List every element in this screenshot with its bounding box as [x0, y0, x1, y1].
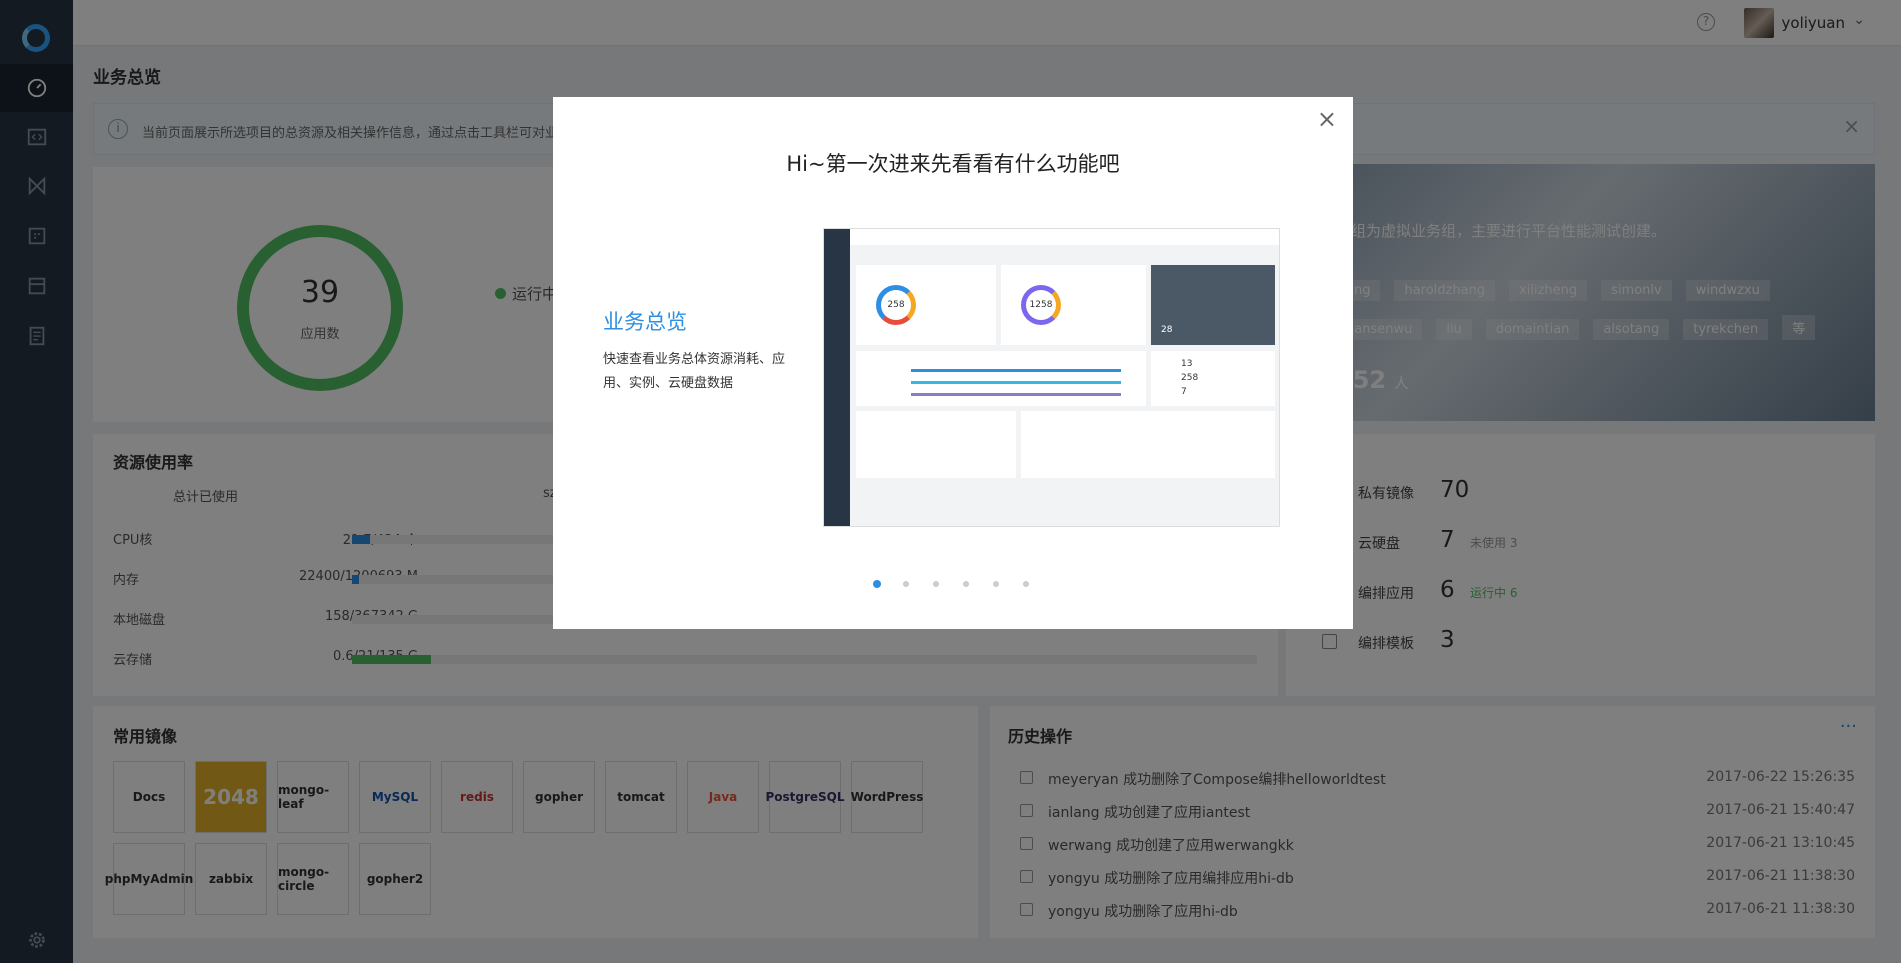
carousel-dot[interactable]: [993, 581, 999, 587]
preview-stats: 13 258 7: [1151, 351, 1275, 406]
feature-desc: 快速查看业务总体资源消耗、应用、实例、云硬盘数据: [603, 352, 786, 391]
modal-title: Hi~第一次进来先看看有什么功能吧: [786, 152, 1120, 176]
preview-card: 1258: [1001, 265, 1146, 345]
preview-ring-1: 258: [876, 285, 916, 325]
carousel-dot[interactable]: [933, 581, 939, 587]
feature-preview: 258 1258 28 13 258 7: [823, 228, 1280, 527]
preview-ring-2: 1258: [1021, 285, 1061, 325]
preview-sidebar: [824, 229, 850, 526]
feature-title: 业务总览: [603, 310, 687, 334]
preview-topbar: [850, 229, 1279, 245]
welcome-modal: × Hi~第一次进来先看看有什么功能吧 业务总览 快速查看业务总体资源消耗、应用…: [553, 97, 1353, 629]
preview-card: 258: [856, 265, 996, 345]
preview-banner-count: 28: [1161, 325, 1173, 335]
preview-history: [1021, 411, 1275, 478]
carousel-dot[interactable]: [1023, 581, 1029, 587]
carousel-dot[interactable]: [873, 580, 881, 588]
carousel-dot[interactable]: [963, 581, 969, 587]
preview-images: [856, 411, 1016, 478]
preview-resource: [856, 351, 1146, 406]
preview-banner: 28: [1151, 265, 1275, 345]
close-button[interactable]: ×: [1317, 105, 1337, 133]
carousel-dot[interactable]: [903, 581, 909, 587]
